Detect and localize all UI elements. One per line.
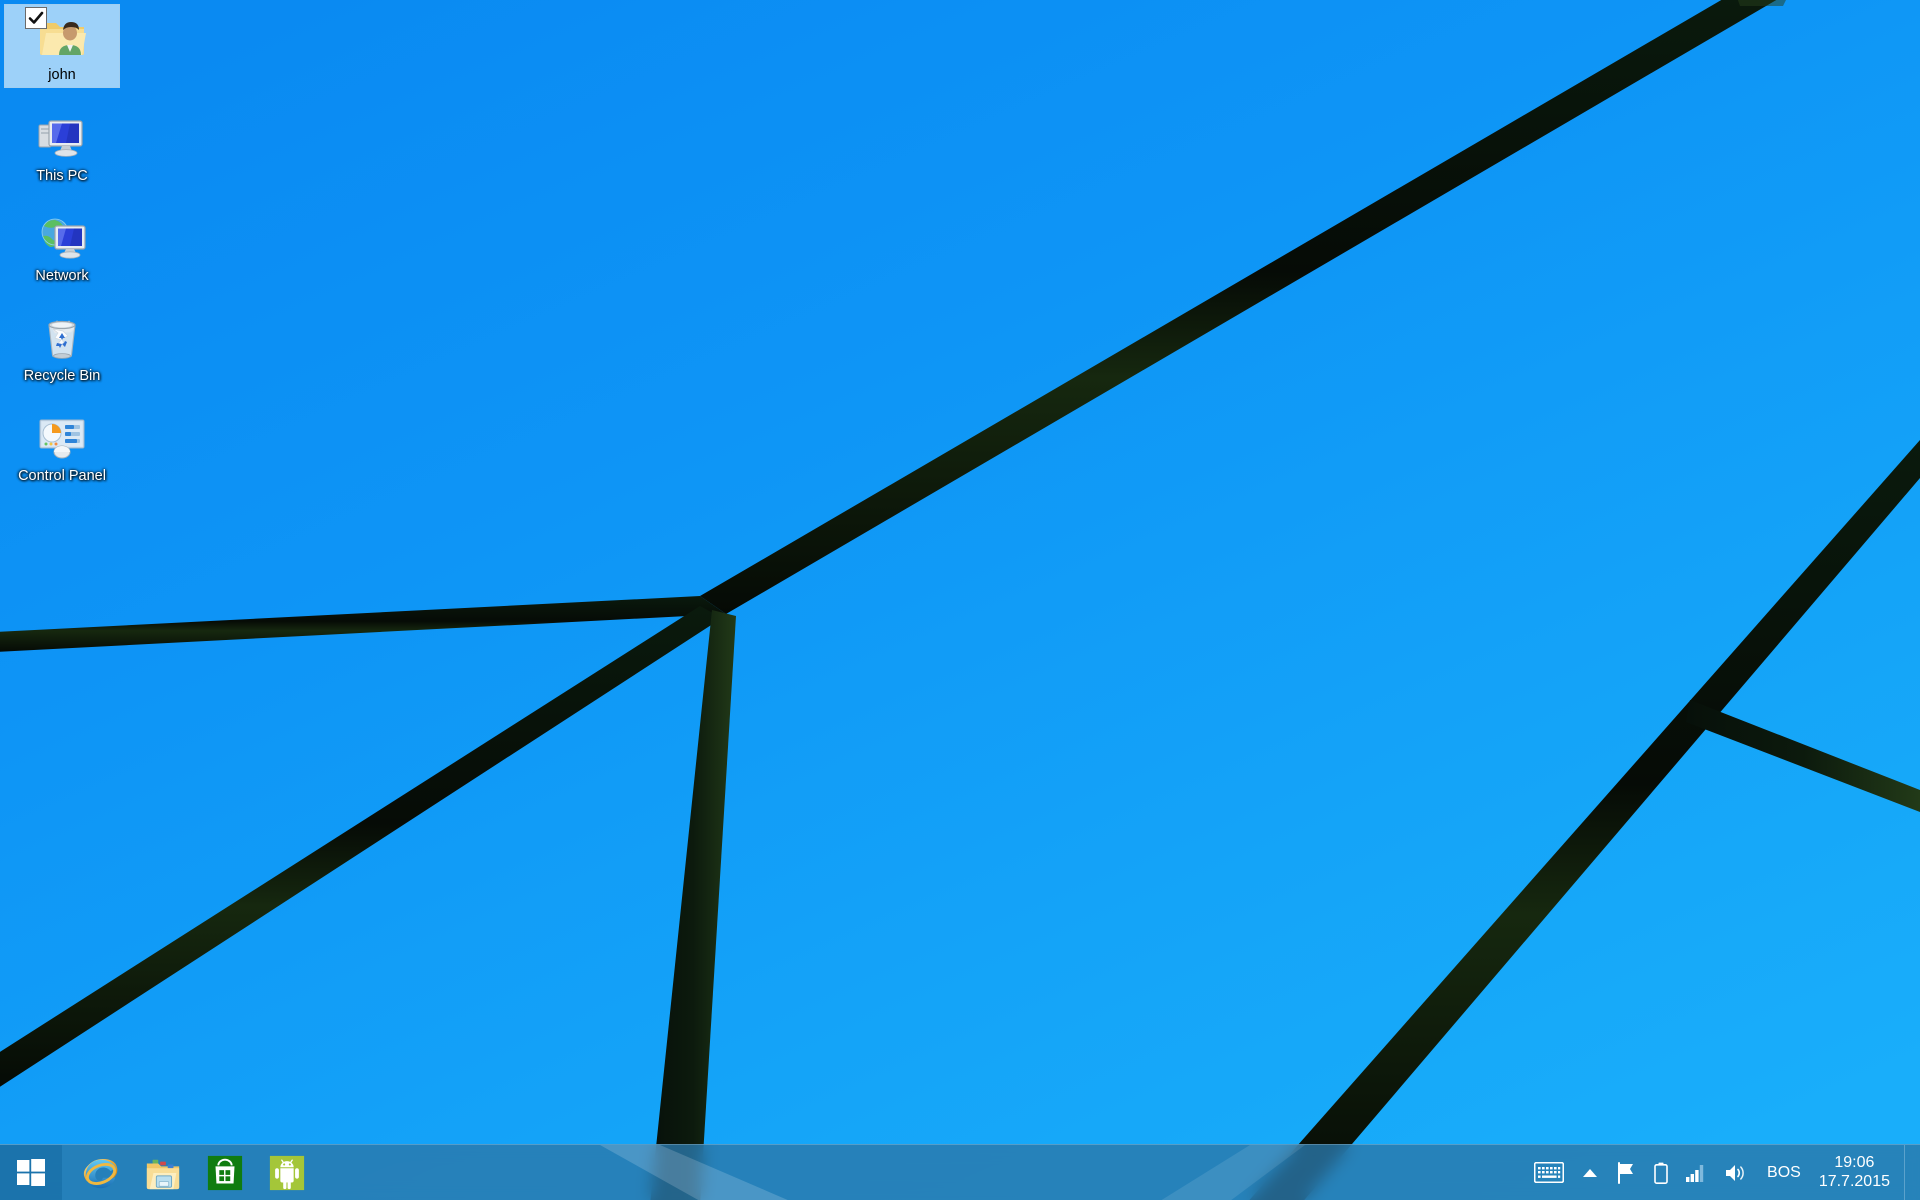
- flag-icon: [1618, 1161, 1634, 1184]
- desktop-icon-recycle-bin[interactable]: Recycle Bin: [4, 306, 120, 388]
- signal-bars-icon: [1686, 1164, 1704, 1182]
- taskbar-app-store[interactable]: [194, 1145, 256, 1200]
- battery-icon: [1654, 1162, 1668, 1184]
- desktop-icon-label: Recycle Bin: [23, 368, 101, 384]
- chevron-up-icon: [1583, 1168, 1598, 1177]
- file-explorer-icon: [146, 1159, 180, 1189]
- desktop-icon-control-panel[interactable]: Control Panel: [4, 406, 120, 488]
- desktop-icon-network[interactable]: Network: [4, 206, 120, 288]
- action-center-button[interactable]: [1607, 1145, 1645, 1200]
- clock-date: 17.7.2015: [1818, 1172, 1890, 1190]
- clock-time: 19:06: [1834, 1153, 1875, 1171]
- taskbar-app-list: [62, 1145, 318, 1200]
- desktop-icon-grid: john This PC Network Recycle Bin Control…: [4, 4, 134, 506]
- keyboard-icon: [1534, 1162, 1565, 1183]
- desktop[interactable]: john This PC Network Recycle Bin Control…: [0, 0, 1920, 1200]
- windows-store-icon: [207, 1155, 243, 1190]
- windows-logo-icon: [17, 1158, 45, 1186]
- system-tray: BOS 19:06 17.7.2015: [1525, 1144, 1920, 1200]
- network-icon: [36, 212, 88, 262]
- language-indicator[interactable]: BOS: [1755, 1164, 1813, 1182]
- taskbar[interactable]: BOS 19:06 17.7.2015: [0, 1144, 1920, 1200]
- control-panel-icon: [36, 412, 88, 462]
- touch-keyboard-button[interactable]: [1525, 1145, 1573, 1200]
- clock[interactable]: 19:06 17.7.2015: [1813, 1145, 1904, 1200]
- taskbar-app-android[interactable]: [256, 1145, 318, 1200]
- android-icon: [269, 1155, 305, 1190]
- volume-button[interactable]: [1715, 1145, 1755, 1200]
- taskbar-app-internet-explorer[interactable]: [70, 1145, 132, 1200]
- start-button[interactable]: [0, 1145, 62, 1200]
- internet-explorer-icon: [83, 1158, 118, 1188]
- show-hidden-icons-button[interactable]: [1573, 1145, 1607, 1200]
- network-signal-button[interactable]: [1677, 1145, 1715, 1200]
- desktop-icon-label: john: [48, 67, 76, 83]
- speaker-icon: [1726, 1164, 1744, 1181]
- desktop-icon-label: Network: [35, 268, 89, 284]
- desktop-icon-label: This PC: [36, 168, 88, 184]
- selection-checkbox[interactable]: [25, 7, 47, 29]
- taskbar-app-file-explorer[interactable]: [132, 1145, 194, 1200]
- desktop-icon-label: Control Panel: [18, 468, 106, 484]
- battery-button[interactable]: [1645, 1145, 1677, 1200]
- show-desktop-button[interactable]: [1904, 1144, 1914, 1200]
- this-pc-icon: [36, 112, 88, 162]
- recycle-bin-icon: [36, 312, 88, 362]
- desktop-icon-john[interactable]: john: [4, 4, 120, 88]
- desktop-icon-this-pc[interactable]: This PC: [4, 106, 120, 188]
- desktop-wallpaper: [0, 0, 1920, 1200]
